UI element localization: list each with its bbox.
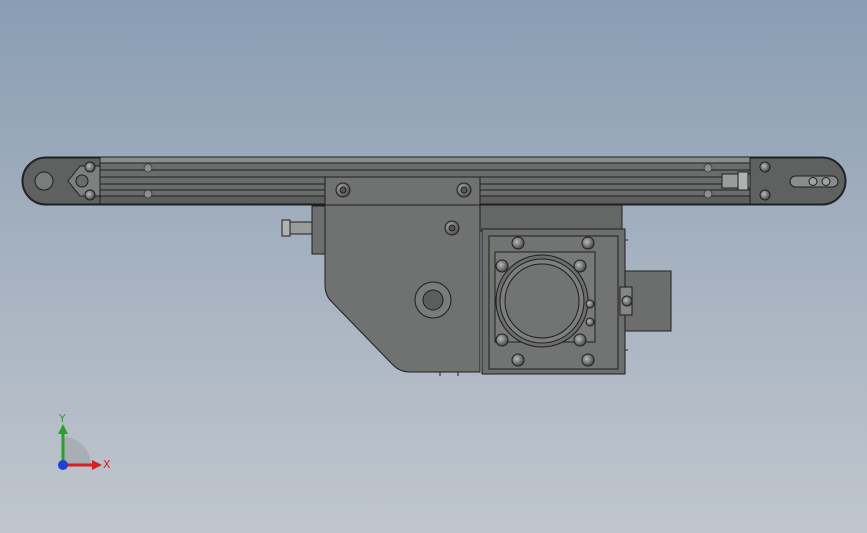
triad-x-arrow: [92, 460, 102, 470]
triad-y-arrow: [58, 424, 68, 434]
belt-top-edge: [99, 156, 751, 164]
conveyor-model[interactable]: [21, 156, 847, 376]
triad-xy-plane: [63, 437, 91, 465]
gearbox-bolt-6: [573, 333, 587, 347]
gearbox-bolt-1: [511, 236, 525, 250]
gearbox-bolt-2: [581, 236, 595, 250]
left-roller-hole: [34, 171, 54, 191]
triad-x-label: X: [103, 458, 111, 471]
triad-y-label: Y: [58, 412, 66, 425]
gearbox-bolt-4: [573, 259, 587, 273]
gearbox-bolt-5: [495, 333, 509, 347]
gearbox-bolt-7: [511, 353, 525, 367]
left-bolt-bottom: [84, 189, 96, 201]
drive-housing-plate: [324, 176, 481, 373]
gearbox-bolt-3: [495, 259, 509, 273]
axis-triad: Y X: [58, 412, 111, 471]
triad-z-axis: [58, 460, 68, 470]
cad-viewport[interactable]: [0, 0, 867, 533]
right-bolt-bottom: [759, 189, 771, 201]
left-bolt-top: [84, 161, 96, 173]
shaft-hole: [422, 289, 444, 311]
right-bolt-top: [759, 161, 771, 173]
gearbox-bolt-8: [581, 353, 595, 367]
rear-block: [479, 204, 623, 232]
motor-flange-face: [504, 263, 580, 339]
